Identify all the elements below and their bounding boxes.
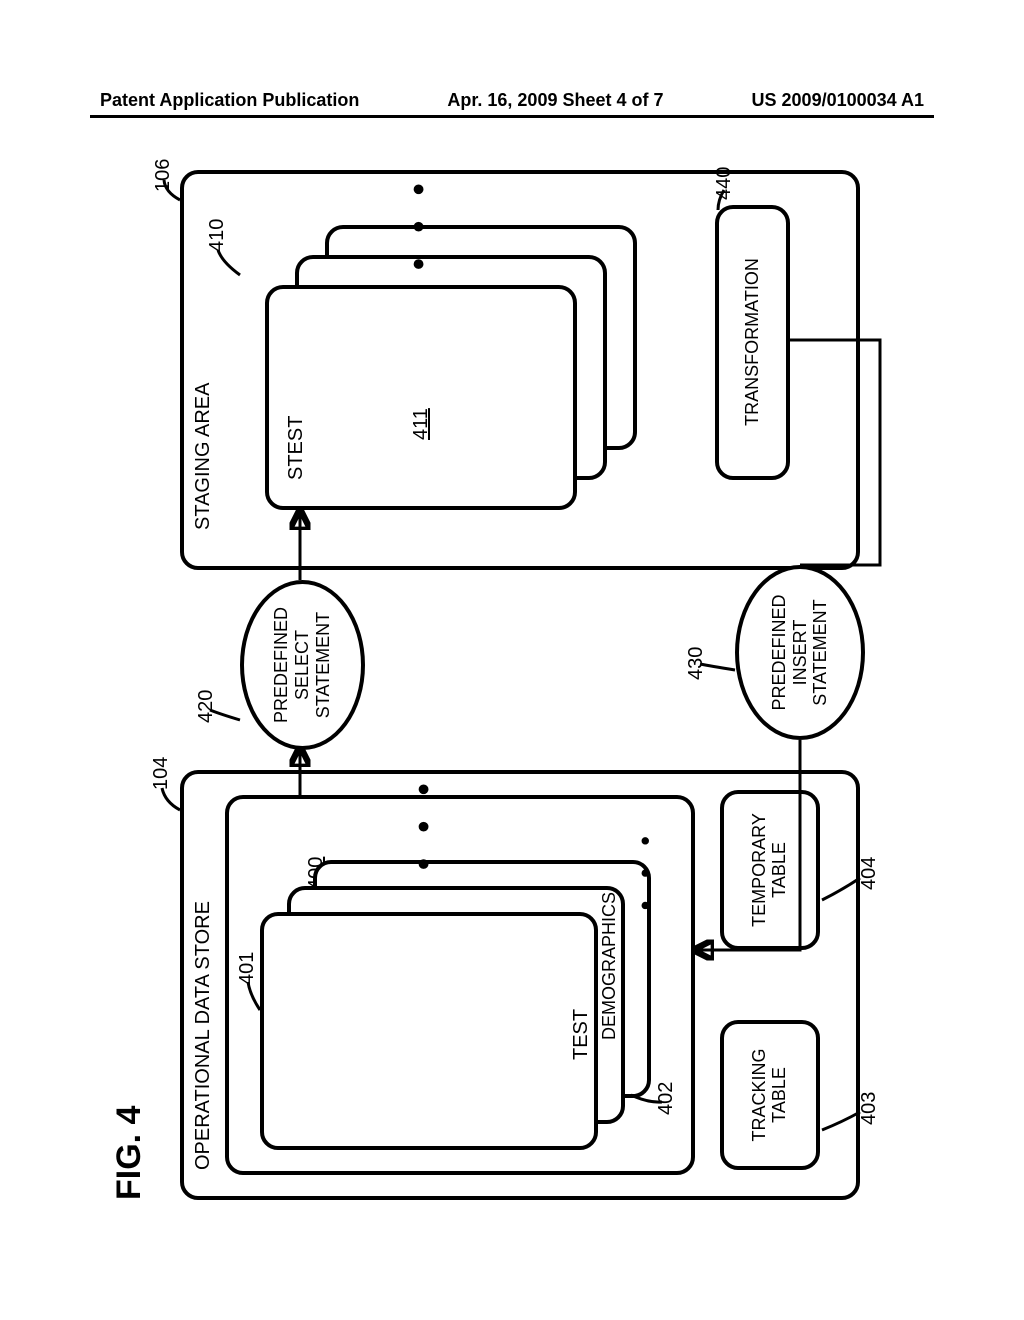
- stest-card: [265, 285, 577, 510]
- demo-label: DEMOGRAPHICS: [600, 892, 620, 1040]
- transformation-ref: 440: [713, 167, 736, 200]
- select-statement-ellipse: PREDEFINED SELECT STATEMENT: [240, 580, 365, 750]
- stest-label: STEST: [285, 416, 307, 480]
- test-label: TEST: [570, 1009, 592, 1060]
- select-ref: 420: [195, 690, 218, 723]
- ods-ref: 104: [150, 757, 173, 790]
- insert-statement-ellipse: PREDEFINED INSERT STATEMENT: [735, 565, 865, 740]
- header-rule: [90, 115, 934, 118]
- test-ref: 401: [236, 952, 259, 985]
- tracking-label: TRACKING TABLE: [750, 1025, 790, 1165]
- staging-title: STAGING AREA: [192, 383, 214, 530]
- ods-ellipsis: • • •: [405, 775, 444, 870]
- ods-title: OPERATIONAL DATA STORE: [192, 901, 214, 1170]
- staging-inner-ref: 410: [206, 219, 229, 252]
- temp-label: TEMPORARY TABLE: [750, 795, 790, 945]
- staging-ref: 106: [152, 159, 175, 192]
- test-card: [260, 912, 598, 1150]
- demo-ref: 402: [655, 1082, 678, 1115]
- insert-ref: 430: [685, 647, 708, 680]
- figure-title: FIG. 4: [110, 1106, 149, 1200]
- temp-ref: 404: [858, 857, 881, 890]
- transformation-label: TRANSFORMATION: [743, 258, 763, 426]
- diagram: FIG. 4 OPERATIONAL DATA STORE 104 400 DE…: [110, 150, 910, 1210]
- header-right: US 2009/0100034 A1: [752, 90, 924, 111]
- staging-ellipsis: • • •: [400, 175, 439, 270]
- header-left: Patent Application Publication: [100, 90, 359, 111]
- demo-ellipsis: • • •: [630, 828, 661, 910]
- header-center: Apr. 16, 2009 Sheet 4 of 7: [447, 90, 663, 111]
- stest-ref: 411: [410, 408, 433, 440]
- tracking-ref: 403: [858, 1092, 881, 1125]
